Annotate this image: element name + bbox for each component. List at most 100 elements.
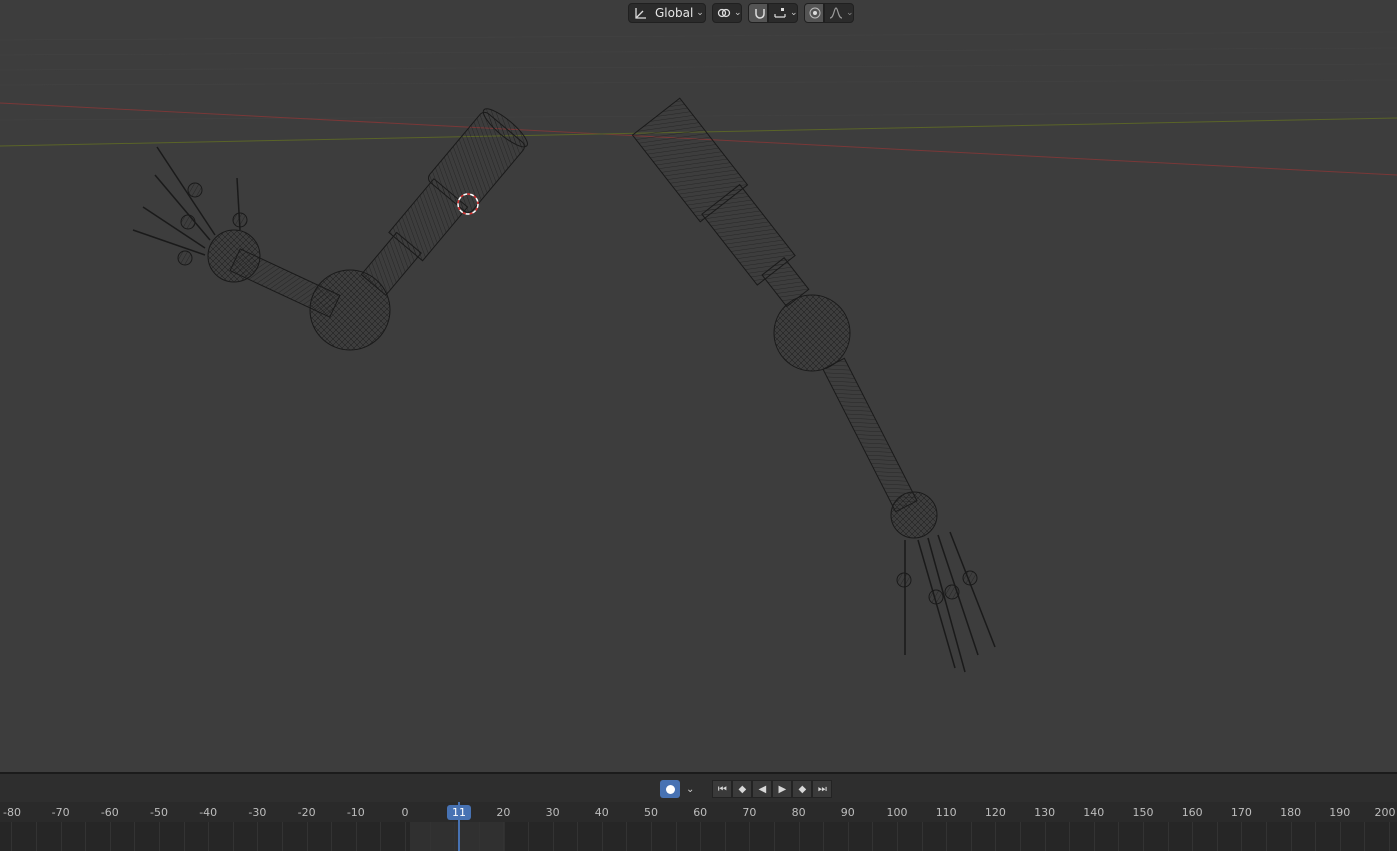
track-grid-line: [774, 822, 775, 851]
keyframe-track[interactable]: [0, 822, 1397, 851]
playhead[interactable]: [458, 802, 460, 851]
track-grid-line: [946, 822, 948, 851]
ruler-tick-label: 100: [886, 806, 908, 819]
left-arm-mesh: [132, 108, 528, 351]
next-keyframe-button[interactable]: ◆: [792, 780, 813, 798]
prev-keyframe-icon: ◆: [738, 783, 747, 795]
ruler-tick-label: 130: [1034, 806, 1056, 819]
track-grid-line: [183, 822, 185, 851]
play-icon: ▶: [778, 783, 787, 795]
prev-keyframe-button[interactable]: ◆: [732, 780, 753, 798]
track-grid-line: [700, 822, 702, 851]
track-grid-line: [847, 822, 849, 851]
track-grid-line: [1290, 822, 1292, 851]
chevron-down-icon: ⌄: [734, 8, 742, 18]
track-grid-line: [1389, 822, 1390, 851]
chevron-down-icon: ⌄: [846, 8, 854, 18]
jump-end-button[interactable]: ⏭: [812, 780, 833, 798]
ruler-tick-label: -10: [346, 806, 365, 819]
snap-target-dropdown[interactable]: ⌄: [768, 3, 798, 23]
track-grid-line: [1216, 822, 1218, 851]
next-keyframe-icon: ◆: [798, 783, 807, 795]
ruler-tick-label: -40: [199, 806, 218, 819]
play-reverse-button[interactable]: ◀: [752, 780, 773, 798]
ruler-tick-label: 120: [984, 806, 1006, 819]
track-grid-line: [1339, 822, 1341, 851]
track-grid-line: [1192, 822, 1194, 851]
track-grid-line: [1044, 822, 1046, 851]
track-grid-line: [1069, 822, 1071, 851]
track-grid-line: [552, 822, 554, 851]
ruler-tick-label: -30: [248, 806, 267, 819]
track-grid-line: [1364, 822, 1366, 851]
timeline-header: ⌄ ⏮ ◆ ◀ ▶ ◆ ⏭: [0, 774, 1397, 802]
chevron-down-icon: ⌄: [790, 8, 798, 18]
ruler-tick-label: -80: [3, 806, 21, 819]
track-grid-line: [1266, 822, 1267, 851]
track-grid-line: [454, 822, 456, 851]
ruler-tick-label: 70: [742, 806, 757, 819]
auto-keying-button[interactable]: [660, 780, 680, 798]
play-button[interactable]: ▶: [772, 780, 793, 798]
ruler-tick-label: 30: [545, 806, 560, 819]
ruler-tick-label: -60: [100, 806, 119, 819]
track-grid-line: [11, 822, 13, 851]
transform-orientation-dropdown[interactable]: Global ⌄: [628, 3, 706, 23]
track-grid-line: [749, 822, 751, 851]
track-grid-line: [528, 822, 529, 851]
3d-viewport[interactable]: Global ⌄ ⌄ ⌄ ⌄: [0, 0, 1397, 772]
falloff-dropdown[interactable]: ⌄: [824, 3, 854, 23]
track-grid-line: [478, 822, 480, 851]
jump-end-icon: ⏭: [817, 783, 827, 795]
track-grid-line: [159, 822, 160, 851]
ruler-tick-label: 60: [693, 806, 708, 819]
track-grid-line: [208, 822, 210, 851]
floor-grid: [0, 31, 1397, 121]
track-grid-line: [1020, 822, 1021, 851]
track-grid-line: [577, 822, 579, 851]
track-grid-line: [1118, 822, 1120, 851]
scene-wireframe: [0, 31, 1397, 673]
track-grid-line: [1167, 822, 1169, 851]
track-grid-line: [109, 822, 111, 851]
playback-button-group: ⏮ ◆ ◀ ▶ ◆ ⏭: [712, 780, 833, 798]
proportional-edit-toggle[interactable]: [804, 3, 824, 23]
track-grid-line: [872, 822, 874, 851]
ruler-tick-label: 40: [594, 806, 609, 819]
track-grid-line: [798, 822, 800, 851]
track-grid-line: [331, 822, 333, 851]
ruler-tick-label: 20: [496, 806, 511, 819]
frame-ruler[interactable]: -80 -70 -60 -50 -40 -30 -20 -10 0 20 30 40 50 60 70 80 9…: [0, 802, 1397, 822]
track-grid-line: [60, 822, 62, 851]
ruler-tick-label: -20: [297, 806, 316, 819]
track-grid-line: [306, 822, 308, 851]
timeline-editor[interactable]: ⌄ ⏮ ◆ ◀ ▶ ◆ ⏭ -80 -70 -60 -50 -40 -30 -20 -10 0 2…: [0, 772, 1397, 851]
track-grid-line: [503, 822, 505, 851]
track-grid-line: [232, 822, 234, 851]
track-grid-line: [134, 822, 136, 851]
pivot-point-dropdown[interactable]: ⌄: [712, 3, 742, 23]
ruler-tick-label: 140: [1083, 806, 1105, 819]
proportional-edit-group: ⌄: [804, 3, 854, 23]
track-grid-line: [724, 822, 726, 851]
track-grid-line: [626, 822, 628, 851]
right-arm-mesh: [631, 97, 996, 673]
track-grid-line: [651, 822, 652, 851]
track-grid-line: [257, 822, 259, 851]
track-grid-line: [995, 822, 997, 851]
track-grid-line: [429, 822, 431, 851]
falloff-curve-icon: [829, 6, 843, 20]
ruler-tick-label: 160: [1181, 806, 1203, 819]
chevron-down-icon[interactable]: ⌄: [686, 784, 694, 795]
ruler-tick-label: 200: [1374, 806, 1396, 819]
track-grid-line: [1143, 822, 1144, 851]
jump-start-button[interactable]: ⏮: [712, 780, 733, 798]
snap-toggle-button[interactable]: [748, 3, 768, 23]
ruler-tick-label: 80: [791, 806, 806, 819]
jump-start-icon: ⏮: [717, 783, 727, 795]
ruler-tick-label: 0: [401, 806, 409, 819]
chevron-down-icon: ⌄: [696, 8, 704, 18]
track-grid-line: [970, 822, 972, 851]
track-grid-line: [823, 822, 825, 851]
ruler-tick-label: 150: [1132, 806, 1154, 819]
